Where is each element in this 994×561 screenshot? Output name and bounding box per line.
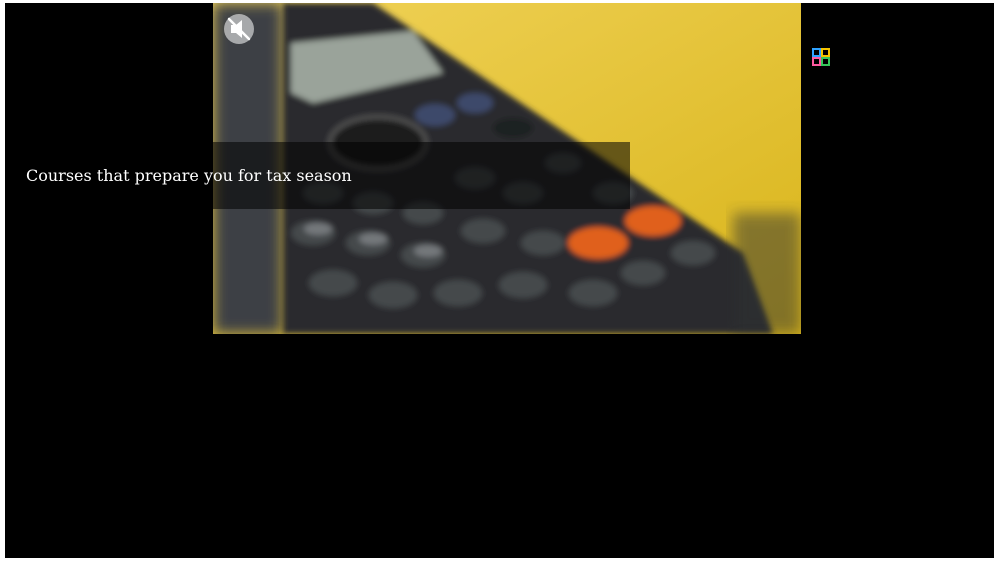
speaker-muted-icon [224,14,254,44]
brand-logo-icon[interactable] [812,48,830,66]
mute-button[interactable] [223,13,255,45]
video-caption[interactable]: Courses that prepare you for tax season [26,166,352,185]
video-player: Courses that prepare you for tax season [5,3,994,558]
caption-bar: Courses that prepare you for tax season [5,142,630,209]
